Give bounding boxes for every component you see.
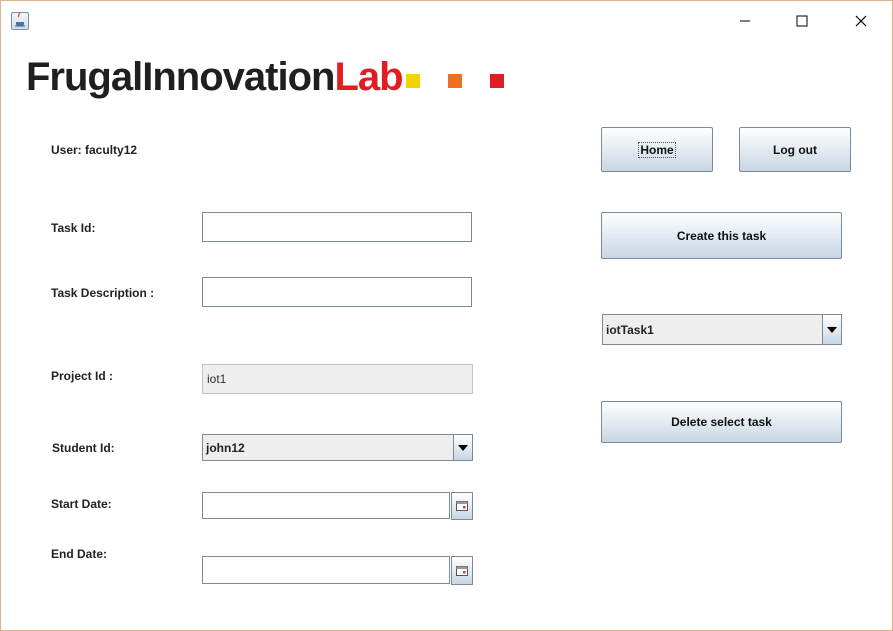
create-task-button-label: Create this task xyxy=(676,228,767,243)
task-id-label: Task Id: xyxy=(51,221,96,235)
student-id-label: Student Id: xyxy=(52,441,115,455)
home-button[interactable]: Home xyxy=(601,127,713,172)
java-icon xyxy=(11,12,29,30)
minimize-icon xyxy=(740,20,750,22)
task-id-input[interactable] xyxy=(202,212,472,242)
student-id-value: john12 xyxy=(206,440,245,455)
delete-task-button-label: Delete select task xyxy=(671,415,772,429)
student-id-dropdown[interactable]: john12 xyxy=(202,434,473,461)
task-description-label: Task Description : xyxy=(51,286,155,300)
project-id-field: iot1 xyxy=(202,364,473,394)
maximize-icon xyxy=(796,15,808,27)
logout-button-label: Log out xyxy=(773,142,817,157)
logo-square-red xyxy=(490,74,504,88)
calendar-icon xyxy=(456,501,468,511)
start-date-label: Start Date: xyxy=(51,497,112,511)
project-id-label: Project Id : xyxy=(51,369,114,383)
chevron-down-icon[interactable] xyxy=(453,435,472,460)
create-task-button[interactable]: Create this task xyxy=(601,212,842,259)
task-select-value: iotTask1 xyxy=(606,322,654,337)
end-date-input[interactable] xyxy=(202,556,450,584)
start-date-calendar-button[interactable] xyxy=(451,492,473,520)
logo: FrugalInnovationLab xyxy=(26,53,404,101)
user-label: User: faculty12 xyxy=(51,143,138,157)
task-select-dropdown[interactable]: iotTask1 xyxy=(602,314,842,345)
close-button[interactable] xyxy=(838,6,884,36)
maximize-button[interactable] xyxy=(779,6,825,36)
home-button-label: Home xyxy=(638,141,676,158)
end-date-label: End Date: xyxy=(51,547,108,561)
start-date-input[interactable] xyxy=(202,492,450,519)
logo-square-yellow xyxy=(406,74,420,88)
logo-text-lab: Lab xyxy=(334,55,403,99)
logo-square-orange xyxy=(448,74,462,88)
chevron-down-icon[interactable] xyxy=(822,315,841,344)
logo-text-main: FrugalInnovation xyxy=(26,55,335,99)
calendar-icon xyxy=(456,565,468,576)
minimize-button[interactable] xyxy=(722,6,768,36)
close-icon xyxy=(855,15,867,27)
task-description-input[interactable] xyxy=(202,277,472,307)
logout-button[interactable]: Log out xyxy=(739,127,851,172)
app-window: FrugalInnovationLab User: faculty12 Home… xyxy=(0,0,893,631)
delete-task-button[interactable]: Delete select task xyxy=(601,401,842,443)
end-date-calendar-button[interactable] xyxy=(451,556,473,585)
